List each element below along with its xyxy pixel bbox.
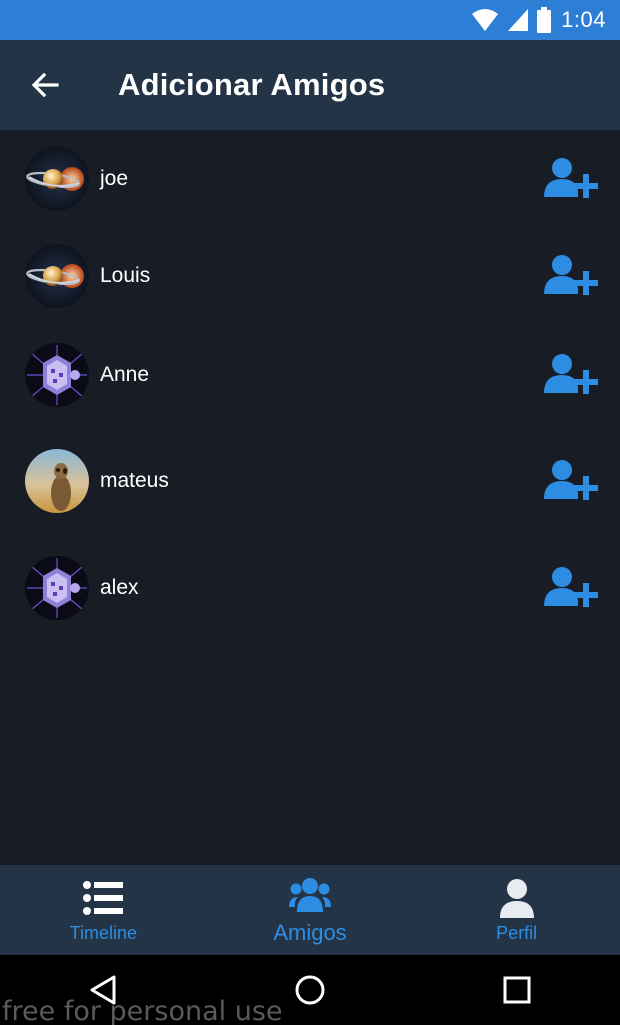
list-item: mateus xyxy=(0,446,620,516)
circle-home-icon xyxy=(295,975,325,1005)
add-friend-button[interactable] xyxy=(544,353,600,397)
nav-tab-amigos[interactable]: Amigos xyxy=(207,865,414,955)
user-plus-icon xyxy=(544,567,598,607)
avatar xyxy=(25,556,89,620)
arrow-left-icon xyxy=(31,72,59,98)
friend-name: Anne xyxy=(100,363,150,386)
status-bar: 1:04 xyxy=(0,0,620,40)
user-plus-icon xyxy=(544,255,598,295)
nav-tab-timeline[interactable]: Timeline xyxy=(0,865,207,955)
system-home-button[interactable] xyxy=(280,960,340,1020)
friends-list: joe Louis Anne mateus alex xyxy=(0,130,620,865)
user-plus-icon xyxy=(544,158,598,198)
avatar xyxy=(25,343,89,407)
square-recents-icon xyxy=(503,976,531,1004)
page-title: Adicionar Amigos xyxy=(118,67,386,102)
friend-name: alex xyxy=(100,576,139,599)
avatar xyxy=(25,449,89,513)
list-icon xyxy=(83,880,124,915)
add-friend-button[interactable] xyxy=(544,566,600,610)
list-item: Louis xyxy=(0,241,620,311)
wifi-icon xyxy=(472,9,499,31)
triangle-back-icon xyxy=(90,975,116,1005)
nav-label: Perfil xyxy=(496,922,538,943)
status-time: 1:04 xyxy=(561,7,606,32)
person-icon xyxy=(499,878,534,918)
nav-tab-perfil[interactable]: Perfil xyxy=(413,865,620,955)
group-icon xyxy=(289,878,331,912)
system-nav-bar xyxy=(0,955,620,1025)
cell-signal-icon xyxy=(508,9,529,31)
nav-label: Amigos xyxy=(273,920,347,945)
nav-label: Timeline xyxy=(69,922,138,943)
app-bar: Adicionar Amigos xyxy=(0,40,620,130)
add-friend-button[interactable] xyxy=(544,459,600,503)
back-button[interactable] xyxy=(0,40,90,130)
avatar xyxy=(25,244,89,308)
user-plus-icon xyxy=(544,460,598,500)
system-recents-button[interactable] xyxy=(487,960,547,1020)
battery-icon xyxy=(537,7,552,33)
bottom-nav: Timeline Amigos Perfil xyxy=(0,865,620,955)
user-plus-icon xyxy=(544,354,598,394)
avatar xyxy=(25,147,89,211)
friend-name: Louis xyxy=(100,264,151,287)
add-friend-button[interactable] xyxy=(544,254,600,298)
system-back-button[interactable] xyxy=(73,960,133,1020)
friend-name: mateus xyxy=(100,469,169,492)
friend-name: joe xyxy=(100,167,129,190)
list-item: joe xyxy=(0,144,620,214)
list-item: alex xyxy=(0,553,620,623)
add-friend-button[interactable] xyxy=(544,157,600,201)
list-item: Anne xyxy=(0,340,620,410)
